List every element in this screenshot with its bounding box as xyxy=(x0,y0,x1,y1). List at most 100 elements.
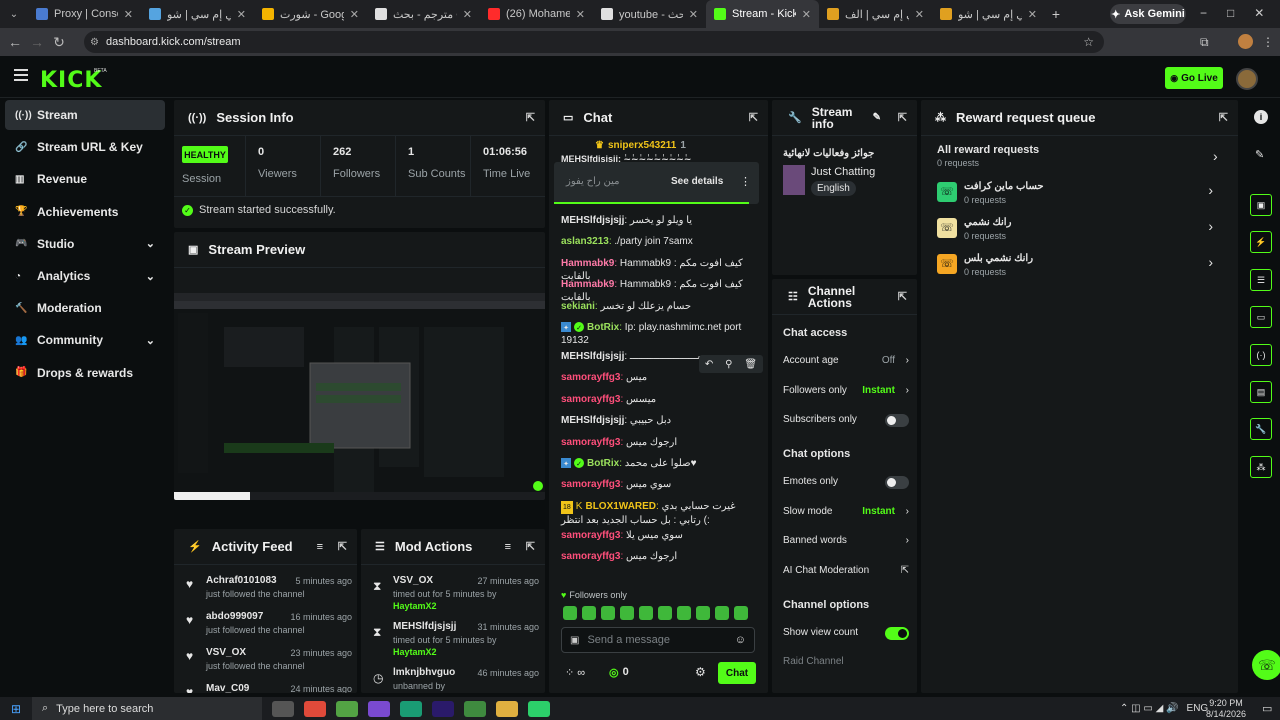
openai-icon[interactable] xyxy=(400,700,422,717)
browser-tab[interactable]: ناشمي إم سي | الف ✕ xyxy=(819,0,932,28)
settings-gear-icon[interactable]: ⚙ xyxy=(695,665,706,679)
site-info-icon[interactable]: ⚙ xyxy=(90,37,99,48)
emote-icon[interactable] xyxy=(734,606,748,620)
reward-item[interactable]: ☏ رانك نشمي بلس 0 requests › xyxy=(937,252,1223,282)
go-live-button[interactable]: ◉ Go Live xyxy=(1165,67,1223,89)
reload-icon[interactable]: ↻ xyxy=(48,34,70,51)
popout-icon[interactable]: ⇱ xyxy=(898,112,907,124)
ask-gemini-button[interactable]: ✦ Ask Gemini xyxy=(1110,4,1186,24)
toggle-switch[interactable] xyxy=(885,414,909,427)
profile-avatar-icon[interactable] xyxy=(1238,34,1253,49)
setting-followers-only[interactable]: Followers only Instant › xyxy=(783,385,909,396)
window-controls[interactable]: −□✕ xyxy=(1200,6,1280,20)
moderator-username[interactable]: HaytamX2 xyxy=(393,601,437,611)
chevron-right-icon[interactable]: › xyxy=(1208,182,1213,198)
file-explorer-icon[interactable] xyxy=(496,700,518,717)
chat-message[interactable]: samorayffg3: ميسس xyxy=(561,393,757,406)
popout-icon[interactable]: ⇱ xyxy=(749,111,758,124)
chat-username[interactable]: samorayffg3 xyxy=(561,551,620,562)
emote-icon[interactable] xyxy=(696,606,710,620)
chat-username[interactable]: aslan3213 xyxy=(561,236,609,247)
popout-icon[interactable]: ⇱ xyxy=(1219,111,1228,124)
emote-icon[interactable] xyxy=(601,606,615,620)
tab-close-icon[interactable]: ✕ xyxy=(1028,8,1037,21)
emote-icon[interactable] xyxy=(715,606,729,620)
tab-close-icon[interactable]: ✕ xyxy=(576,8,585,21)
taskbar-search[interactable]: ⌕ Type here to search xyxy=(32,697,262,720)
clock[interactable]: 9:20 PM 8/14/2026 xyxy=(1206,698,1246,720)
browser-tab[interactable]: شورت - Google Drive ✕ xyxy=(254,0,367,28)
emoji-icon[interactable]: ☺ xyxy=(735,634,746,646)
back-icon[interactable]: ← xyxy=(4,34,26,50)
windows-start-icon[interactable]: ⊞ xyxy=(0,702,32,716)
more-options-icon[interactable]: ⋮ xyxy=(740,175,751,188)
reply-icon[interactable]: ↶ xyxy=(705,359,713,370)
chat-username[interactable]: samorayffg3 xyxy=(561,479,620,490)
emote-icon[interactable] xyxy=(639,606,653,620)
info-icon[interactable]: i xyxy=(1254,110,1268,124)
raid-channel-button[interactable]: Raid Channel xyxy=(783,656,844,667)
chevron-right-icon[interactable]: › xyxy=(1208,254,1213,270)
filter-icon[interactable]: ≡ xyxy=(505,541,511,553)
chat-username[interactable]: MEHSlfdjsjsjj xyxy=(561,215,624,226)
browser-tab[interactable]: Proxy | Console ✕ xyxy=(28,0,141,28)
sidebar-item-moderation[interactable]: 🔨 Moderation xyxy=(5,293,165,323)
reward-item[interactable]: ☏ حساب ماين كرافت 0 requests › xyxy=(937,180,1223,210)
chat-username[interactable]: samorayffg3 xyxy=(561,530,620,541)
sidebar-item-studio[interactable]: 🎮 Studio ⌄ xyxy=(5,229,165,259)
mod-action-item[interactable]: ◷lmknjbhvguo46 minutes agounbanned byHay… xyxy=(371,665,539,693)
chat-username[interactable]: BotRix xyxy=(587,458,619,469)
filter-icon[interactable]: ≡ xyxy=(317,541,323,553)
tab-close-icon[interactable]: ✕ xyxy=(915,8,924,21)
browser-menu-icon[interactable]: ⋮ xyxy=(1262,35,1274,49)
emote-icon[interactable] xyxy=(620,606,634,620)
radio-icon[interactable]: (·) xyxy=(1250,343,1272,366)
chevron-right-icon[interactable]: › xyxy=(906,355,909,366)
all-rewards-label[interactable]: All reward requests xyxy=(937,144,1039,156)
chat-username[interactable]: BotRix xyxy=(587,322,619,333)
activity-item[interactable]: ♥ abdo999097 16 minutes ago just followed t… xyxy=(184,609,352,641)
language-indicator[interactable]: ENG xyxy=(1187,703,1209,714)
browser-tab[interactable]: مترجم - بحث Google ✕ xyxy=(367,0,480,28)
chat-username[interactable]: Hammabk9 xyxy=(561,279,614,290)
chat-bubble-icon[interactable]: ▭ xyxy=(1250,306,1272,329)
mod-action-item[interactable]: ⧗ MEHSlfdjsjsjj 31 minutes ago timed out fo… xyxy=(371,619,539,663)
browser-tab[interactable]: ناشمي إم سي | شو ✕ xyxy=(141,0,254,28)
chrome-canary-icon[interactable] xyxy=(368,700,390,717)
chat-message[interactable]: samorayffg3: ارجوك ميس xyxy=(561,550,757,563)
setting-ai-mod[interactable]: AI Chat Moderation ⇱ xyxy=(783,565,909,576)
chat-message[interactable]: aslan3213: ./party join 7samx xyxy=(561,235,757,248)
popout-icon[interactable]: ⇱ xyxy=(898,291,907,303)
task-view-icon[interactable] xyxy=(272,700,294,717)
activity-item[interactable]: ♥ VSV_OX 23 minutes ago just followed the c… xyxy=(184,645,352,677)
chat-username[interactable]: MEHSlfdjsjsjj xyxy=(561,351,624,362)
chat-message[interactable]: MEHSlfdjsjsjj: يا ويلو لو يخسر xyxy=(561,214,757,227)
sidebar-item-drops-rewards[interactable]: 🎁 Drops & rewards xyxy=(5,358,165,388)
popout-icon[interactable]: ⇱ xyxy=(338,540,347,553)
toggle-switch[interactable] xyxy=(885,476,909,489)
notifications-icon[interactable]: ▭ xyxy=(1262,702,1272,715)
list-icon[interactable]: ☰ xyxy=(1250,268,1272,291)
chat-username[interactable]: samorayffg3 xyxy=(561,437,620,448)
chevron-right-icon[interactable]: › xyxy=(906,385,909,396)
url-field[interactable]: ⚙ dashboard.kick.com/stream ☆ xyxy=(84,31,1104,53)
terminal-icon[interactable] xyxy=(336,700,358,717)
setting-slow-mode[interactable]: Slow mode Instant › xyxy=(783,506,909,517)
pin-icon[interactable]: ⚲ xyxy=(725,359,732,370)
chat-message[interactable]: sekiani: حسام يزعلك لو تخسر xyxy=(561,300,757,313)
tab-close-icon[interactable]: ✕ xyxy=(124,8,133,21)
chevron-down-icon[interactable]: ⌄ xyxy=(146,334,155,347)
pinned-message-card[interactable]: مين راح يفوز See details ⋮ xyxy=(554,162,759,204)
app-icon[interactable] xyxy=(528,700,550,717)
minecraft-icon[interactable] xyxy=(464,700,486,717)
emote-icon[interactable] xyxy=(658,606,672,620)
setting-banned-words[interactable]: Banned words › xyxy=(783,535,909,546)
premiere-icon[interactable] xyxy=(432,700,454,717)
chat-message[interactable]: MEHSlfdjsjsjj: دبل حبيبي xyxy=(561,414,757,427)
chat-message[interactable]: samorayffg3: ارجوك ميس xyxy=(561,436,757,449)
activity-item[interactable]: ♥ Achraf0101083 5 minutes ago just followed… xyxy=(184,573,352,605)
layout-icon[interactable]: ▣ xyxy=(1250,194,1272,216)
new-tab-icon[interactable]: + xyxy=(1045,6,1067,22)
chat-message[interactable]: samorayffg3: سوي ميس يلا xyxy=(561,529,757,542)
bolt-icon[interactable]: ⚡ xyxy=(1250,231,1272,254)
